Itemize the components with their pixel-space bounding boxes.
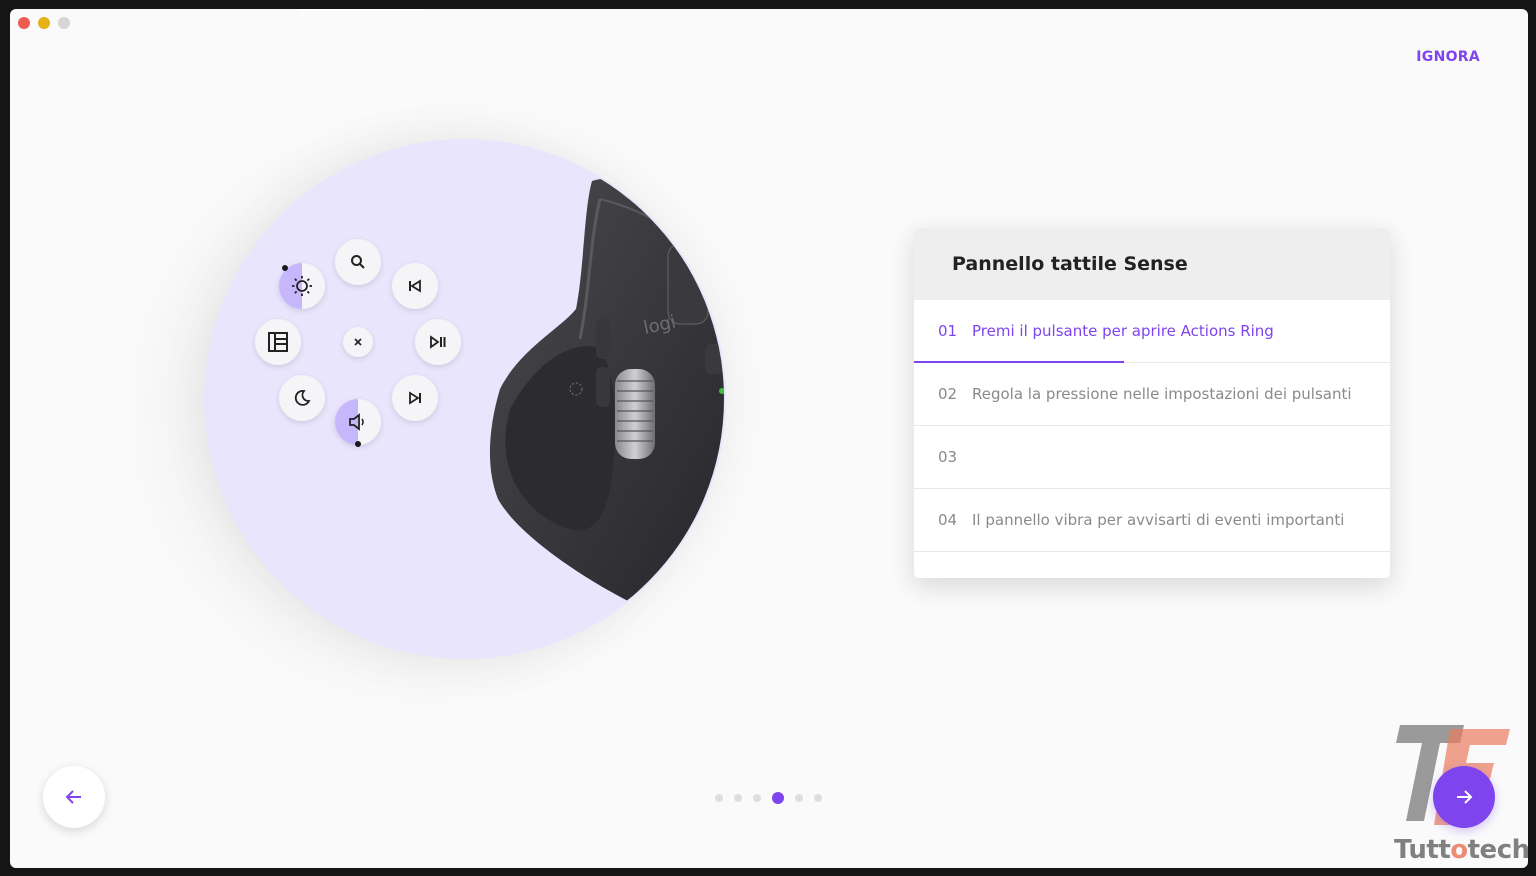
moon-icon	[294, 390, 311, 406]
card-header: Pannello tattile Sense	[914, 228, 1390, 300]
ring-indicator-dot	[355, 441, 361, 447]
page-indicator	[715, 792, 822, 804]
brightness-icon	[292, 276, 312, 296]
layout-icon	[268, 332, 288, 352]
close-icon	[354, 338, 362, 346]
ring-indicator-dot	[282, 265, 288, 271]
minimize-window-button[interactable]	[38, 17, 50, 29]
page-dot-1[interactable]	[715, 794, 723, 802]
page-dot-5[interactable]	[795, 794, 803, 802]
page-dot-3[interactable]	[753, 794, 761, 802]
page-dot-2[interactable]	[734, 794, 742, 802]
step-item-3[interactable]: 03	[914, 426, 1390, 489]
steps-card: Pannello tattile Sense 01 Premi il pulsa…	[914, 228, 1390, 578]
next-button[interactable]	[1433, 766, 1495, 828]
ring-night-mode-button[interactable]	[279, 375, 325, 421]
volume-icon	[349, 413, 364, 431]
ring-play-pause-button[interactable]	[415, 319, 461, 365]
arrow-left-icon	[65, 790, 81, 804]
page-dot-4-current[interactable]	[772, 792, 784, 804]
step-text: Regola la pressione nelle impostazioni d…	[972, 385, 1352, 403]
mx-master-mouse-image: logi	[489, 177, 724, 609]
ring-layout-button[interactable]	[255, 319, 301, 365]
play-pause-icon	[430, 335, 446, 349]
back-button[interactable]	[43, 766, 105, 828]
step-item-4[interactable]: 04 Il pannello vibra per avvisarti di ev…	[914, 489, 1390, 552]
app-window: IGNORA logi Pannello tattile Sense 01 Pr…	[10, 9, 1528, 868]
step-text: Premi il pulsante per aprire Actions Rin…	[972, 322, 1274, 340]
watermark-text: Tuttotech	[1394, 835, 1528, 865]
step-number: 02	[938, 385, 958, 403]
page-dot-6[interactable]	[814, 794, 822, 802]
card-title: Pannello tattile Sense	[952, 253, 1188, 275]
skip-button[interactable]: IGNORA	[1416, 49, 1480, 65]
zoom-window-button[interactable]	[58, 17, 70, 29]
step-item-2[interactable]: 02 Regola la pressione nelle impostazion…	[914, 363, 1390, 426]
previous-track-icon	[409, 279, 421, 293]
search-icon	[351, 255, 365, 269]
arrow-right-icon	[1457, 790, 1473, 804]
ring-close-button[interactable]	[343, 327, 373, 357]
step-number: 04	[938, 511, 958, 529]
step-item-1[interactable]: 01 Premi il pulsante per aprire Actions …	[914, 300, 1390, 363]
step-number: 01	[938, 322, 958, 340]
window-tab-indicator	[300, 9, 422, 11]
close-window-button[interactable]	[18, 17, 30, 29]
ring-next-track-button[interactable]	[392, 375, 438, 421]
ring-search-button[interactable]	[335, 239, 381, 285]
ring-previous-track-button[interactable]	[392, 263, 438, 309]
next-track-icon	[409, 391, 421, 405]
step-number: 03	[938, 448, 958, 466]
step-text: Il pannello vibra per avvisarti di event…	[972, 511, 1345, 529]
ring-volume-button[interactable]	[335, 399, 381, 445]
